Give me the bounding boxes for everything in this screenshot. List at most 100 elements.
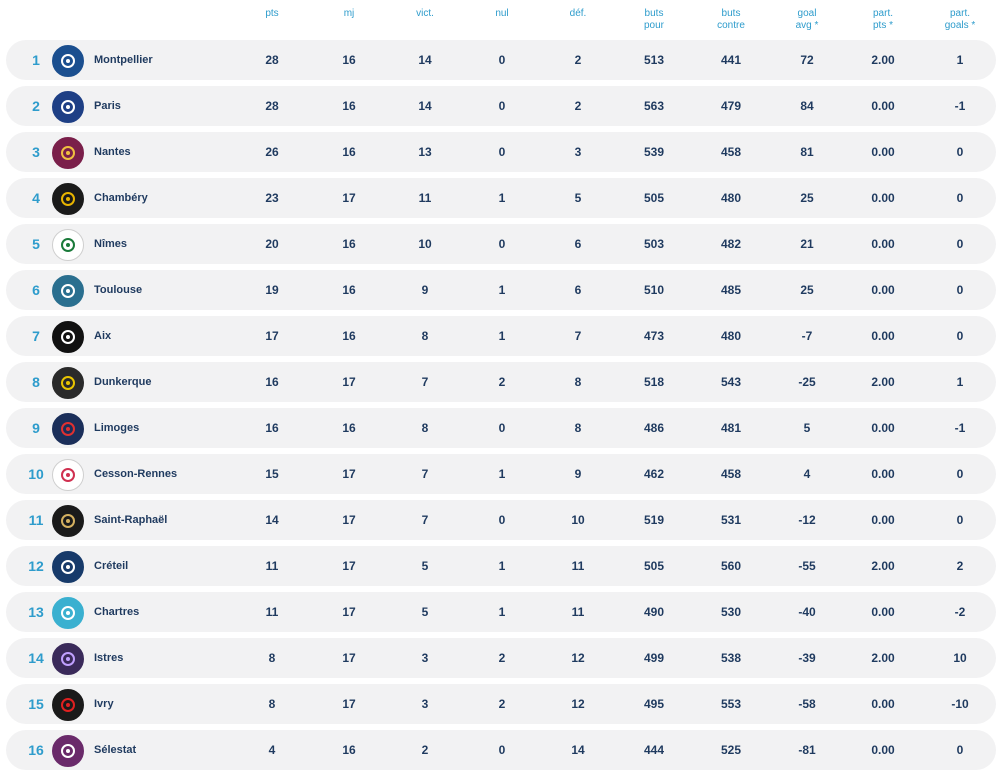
saint-raphael-logo[interactable] (52, 505, 84, 537)
header-goals-for[interactable]: buts pour (619, 8, 689, 32)
wins-cell: 3 (421, 697, 429, 711)
rank: 5 (32, 236, 40, 252)
table-row[interactable]: 6 Toulouse 19 16 9 1 6 510 485 25 0.00 0 (6, 270, 996, 310)
chartres-logo[interactable] (52, 597, 84, 629)
points-cell: 11 (265, 605, 279, 619)
points-cell: 28 (265, 99, 279, 113)
creteil-logo[interactable] (52, 551, 84, 583)
matches-played-cell: 16 (342, 99, 356, 113)
table-row[interactable]: 3 Nantes 26 16 13 0 3 539 458 81 0.00 0 (6, 132, 996, 172)
goal-average-cell: 25 (800, 283, 814, 297)
table-row[interactable]: 15 Ivry 8 17 3 2 12 495 553 -58 0.00 -10 (6, 684, 996, 724)
goals-for-cell: 503 (643, 237, 665, 251)
rank: 3 (32, 144, 40, 160)
table-row[interactable]: 13 Chartres 11 17 5 1 11 490 530 -40 0.00 -2 (6, 592, 996, 632)
goals-for-cell: 444 (643, 743, 665, 757)
goals-against-cell: 543 (720, 375, 742, 389)
team-name[interactable]: Cesson-Rennes (94, 454, 177, 494)
draws-cell: 0 (498, 99, 506, 113)
team-name[interactable]: Ivry (94, 684, 114, 724)
header-wins[interactable]: vict. (390, 8, 460, 20)
cesson-logo[interactable] (52, 459, 84, 491)
rank: 1 (32, 52, 40, 68)
team-name[interactable]: Sélestat (94, 730, 136, 770)
table-row[interactable]: 4 Chambéry 23 17 11 1 5 505 480 25 0.00 0 (6, 178, 996, 218)
selestat-logo[interactable] (52, 735, 84, 767)
table-row[interactable]: 16 Sélestat 4 16 2 0 14 444 525 -81 0.00 0 (6, 730, 996, 770)
points-cell: 15 (265, 467, 279, 481)
particular-goals-cell: 1 (956, 53, 964, 67)
header-goals-against[interactable]: buts contre (696, 8, 766, 32)
particular-points-cell: 0.00 (871, 421, 895, 435)
header-draws[interactable]: nul (467, 8, 537, 20)
header-goal-average[interactable]: goal avg * (772, 8, 842, 32)
rank: 12 (28, 558, 44, 574)
table-row[interactable]: 1 Montpellier 28 16 14 0 2 513 441 72 2.00 1 (6, 40, 996, 80)
table-row[interactable]: 12 Créteil 11 17 5 1 11 505 560 -55 2.00 2 (6, 546, 996, 586)
istres-logo[interactable] (52, 643, 84, 675)
table-row[interactable]: 5 Nîmes 20 16 10 0 6 503 482 21 0.00 0 (6, 224, 996, 264)
particular-goals-cell: 0 (956, 191, 964, 205)
team-name[interactable]: Montpellier (94, 40, 153, 80)
header-particular-points[interactable]: part. pts * (848, 8, 918, 32)
table-row[interactable]: 8 Dunkerque 16 17 7 2 8 518 543 -25 2.00 1 (6, 362, 996, 402)
goals-against-cell: 479 (720, 99, 742, 113)
chambery-logo[interactable] (52, 183, 84, 215)
team-name[interactable]: Créteil (94, 546, 128, 586)
points-cell: 8 (268, 697, 276, 711)
draws-cell: 2 (498, 651, 506, 665)
matches-played-cell: 16 (342, 421, 356, 435)
goals-for-cell: 510 (643, 283, 665, 297)
team-name[interactable]: Istres (94, 638, 123, 678)
table-row[interactable]: 10 Cesson-Rennes 15 17 7 1 9 462 458 4 0.00 0 (6, 454, 996, 494)
goal-average-cell: 21 (800, 237, 814, 251)
points-cell: 28 (265, 53, 279, 67)
points-cell: 23 (265, 191, 279, 205)
points-cell: 16 (265, 375, 279, 389)
team-name[interactable]: Toulouse (94, 270, 142, 310)
nantes-logo[interactable] (52, 137, 84, 169)
table-row[interactable]: 9 Limoges 16 16 8 0 8 486 481 5 0.00 -1 (6, 408, 996, 448)
team-name[interactable]: Nîmes (94, 224, 127, 264)
rank: 7 (32, 328, 40, 344)
team-name[interactable]: Saint-Raphaël (94, 500, 167, 540)
usam-logo[interactable] (52, 229, 84, 261)
header-losses[interactable]: déf. (543, 8, 613, 20)
mhb-logo[interactable] (52, 45, 84, 77)
goals-against-cell: 480 (720, 329, 742, 343)
team-name[interactable]: Chartres (94, 592, 139, 632)
team-name[interactable]: Dunkerque (94, 362, 151, 402)
pauc-logo[interactable] (52, 321, 84, 353)
goals-for-cell: 495 (643, 697, 665, 711)
rank: 9 (32, 420, 40, 436)
team-name[interactable]: Nantes (94, 132, 131, 172)
header-particular-goals[interactable]: part. goals * (925, 8, 995, 32)
points-cell: 14 (265, 513, 279, 527)
dunkerque-logo[interactable] (52, 367, 84, 399)
particular-points-cell: 0.00 (871, 191, 895, 205)
psg-logo[interactable] (52, 91, 84, 123)
goal-average-cell: 5 (803, 421, 811, 435)
team-name[interactable]: Aix (94, 316, 111, 356)
losses-cell: 14 (571, 743, 585, 757)
table-row[interactable]: 7 Aix 17 16 8 1 7 473 480 -7 0.00 0 (6, 316, 996, 356)
team-name[interactable]: Limoges (94, 408, 139, 448)
table-row[interactable]: 14 Istres 8 17 3 2 12 499 538 -39 2.00 10 (6, 638, 996, 678)
header-points[interactable]: pts (237, 8, 307, 20)
ivry-logo[interactable] (52, 689, 84, 721)
header-matches-played[interactable]: mj (314, 8, 384, 20)
points-cell: 20 (265, 237, 279, 251)
particular-points-cell: 2.00 (871, 651, 895, 665)
goals-for-cell: 518 (643, 375, 665, 389)
points-cell: 16 (265, 421, 279, 435)
team-name[interactable]: Paris (94, 86, 121, 126)
table-row[interactable]: 11 Saint-Raphaël 14 17 7 0 10 519 531 -12 0.00 0 (6, 500, 996, 540)
fenix-logo[interactable] (52, 275, 84, 307)
goals-against-cell: 538 (720, 651, 742, 665)
limoges-logo[interactable] (52, 413, 84, 445)
points-cell: 19 (265, 283, 279, 297)
team-name[interactable]: Chambéry (94, 178, 148, 218)
draws-cell: 1 (498, 467, 506, 481)
losses-cell: 5 (574, 191, 582, 205)
table-row[interactable]: 2 Paris 28 16 14 0 2 563 479 84 0.00 -1 (6, 86, 996, 126)
